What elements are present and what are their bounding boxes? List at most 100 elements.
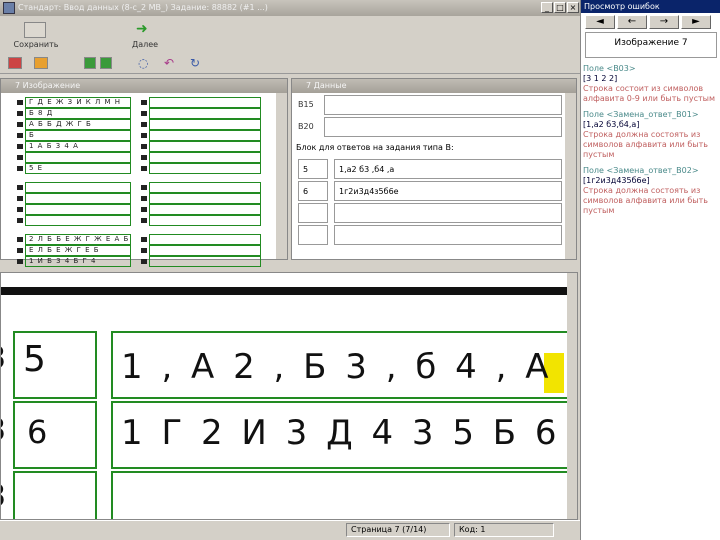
image-form-cell [149, 245, 261, 256]
error-item-3[interactable]: Поле <Замена_ответ_В02> [1г2и3д435б6е] С… [583, 166, 717, 216]
answer-input-empty[interactable] [334, 203, 562, 223]
data-panel: 7 Данные В15 В20 Блок для ответов на зад… [291, 78, 577, 260]
window-title-bar: Стандарт: Ввод данных (8-с_2 МВ_) Задани… [0, 0, 580, 16]
error-list: Поле <В03> [3 1 2 2] Строка состоит из с… [583, 64, 717, 294]
first-error-button[interactable]: ◄ [585, 15, 615, 29]
row-marker [141, 248, 147, 253]
data-scrollbar[interactable] [565, 93, 576, 259]
row-marker [17, 166, 23, 171]
image-form-cell [149, 152, 261, 163]
current-image-label: Изображение 7 [585, 32, 717, 58]
scan-left-digit-2: 3 [1, 413, 10, 448]
image-form: Г Д Е Ж З И К Л М НБ 8 ДА Б Б Д Ж Г ББ1 … [17, 97, 263, 267]
row-marker [17, 218, 23, 223]
image-form-cell [149, 163, 261, 174]
error-item-2[interactable]: Поле <Замена_ответ_В01> [1,а2 б3,б4,а] С… [583, 110, 717, 160]
image-form-cell [149, 215, 261, 226]
answer-input-5[interactable]: 1,а2 б3 ,б4 ,а [334, 159, 562, 179]
save-button[interactable]: Сохранить [6, 40, 66, 49]
scan-left-digit-1: 3 [1, 341, 10, 376]
minimize-button[interactable]: _ [541, 2, 553, 13]
scan-black-bar [1, 287, 571, 295]
scan-scrollbar[interactable] [567, 273, 577, 519]
save-icon[interactable] [24, 22, 46, 38]
image-form-cell [149, 119, 261, 130]
scan-number-5: 5 [23, 339, 50, 380]
image-form-row: Б 8 Д [25, 108, 131, 119]
next-error-button[interactable]: → [649, 15, 679, 29]
image-form-row [25, 182, 131, 193]
row-marker [17, 196, 23, 201]
image-form-cell [149, 256, 261, 267]
close-button[interactable]: × [567, 2, 579, 13]
row-marker [17, 111, 23, 116]
undo-icon[interactable]: ↶ [164, 56, 174, 70]
next-arrow-icon[interactable]: ➜ [136, 22, 154, 36]
image-scrollbar[interactable] [276, 93, 287, 259]
move-down-icon[interactable] [100, 57, 112, 69]
image-form-cell [149, 130, 261, 141]
folder-icon[interactable] [34, 57, 48, 69]
image-form-row: 5 Е [25, 163, 131, 174]
image-form-row: Б [25, 130, 131, 141]
scan-left-digit-3: 3 [1, 479, 10, 514]
image-form-cell [149, 182, 261, 193]
image-form-cell [149, 141, 261, 152]
field-input-b15[interactable] [324, 95, 562, 115]
row-marker [17, 133, 23, 138]
row-marker [141, 166, 147, 171]
row-marker [141, 122, 147, 127]
answer-input-empty-2[interactable] [334, 225, 562, 245]
status-code: Код: 1 [454, 523, 554, 537]
row-marker [141, 100, 147, 105]
error-item-1[interactable]: Поле <В03> [3 1 2 2] Строка состоит из с… [583, 64, 717, 104]
row-marker [17, 122, 23, 127]
row-marker [17, 144, 23, 149]
data-panel-title: 7 Данные [292, 79, 576, 93]
error-panel-title: Просмотр ошибок [581, 0, 720, 13]
image-form-row: А Б Б Д Ж Г Б [25, 119, 131, 130]
row-marker [17, 207, 23, 212]
answer-number-6: 6 [298, 181, 328, 201]
last-error-button[interactable]: ► [681, 15, 711, 29]
answer-input-6[interactable]: 1г2и3д4з5б6е [334, 181, 562, 201]
image-form-row [25, 193, 131, 204]
row-marker [141, 237, 147, 242]
next-button[interactable]: Далее [120, 40, 170, 49]
image-form-cell [149, 234, 261, 245]
image-form-row [25, 152, 131, 163]
scan-view[interactable]: 5 1 , А 2 , Б 3 , б 4 , А 6 1 Г 2 И 3 Д … [0, 272, 578, 520]
row-marker [141, 185, 147, 190]
error-panel: Просмотр ошибок ◄ ← → ► Изображение 7 По… [580, 0, 720, 540]
scan-number-box-6 [13, 401, 97, 469]
row-marker [17, 100, 23, 105]
rotate-icon[interactable]: ◌ [138, 56, 148, 70]
row-marker [141, 196, 147, 201]
field-input-b20[interactable] [324, 117, 562, 137]
status-page: Страница 7 (7/14) [346, 523, 450, 537]
maximize-button[interactable]: □ [554, 2, 566, 13]
row-marker [17, 237, 23, 242]
image-form-row: Е Л Б Е Ж Г Е Б [25, 245, 131, 256]
refresh-icon[interactable]: ↻ [190, 56, 200, 70]
row-marker [141, 259, 147, 264]
filter-icon[interactable] [8, 57, 22, 69]
scan-answer-box-empty [111, 471, 577, 519]
answer-number-empty [298, 203, 328, 223]
image-form-cell [149, 204, 261, 215]
app-icon [3, 2, 15, 14]
section-caption: Блок для ответов на задания типа В: [296, 143, 454, 152]
row-marker [141, 144, 147, 149]
image-form-cell [149, 193, 261, 204]
answer-number-empty-2 [298, 225, 328, 245]
move-up-icon[interactable] [84, 57, 96, 69]
row-marker [141, 133, 147, 138]
window-title: Стандарт: Ввод данных (8-с_2 МВ_) Задани… [18, 3, 268, 12]
field-label-b20: В20 [298, 122, 314, 131]
image-form-row: Г Д Е Ж З И К Л М Н [25, 97, 131, 108]
prev-error-button[interactable]: ← [617, 15, 647, 29]
row-marker [141, 111, 147, 116]
scan-answer-5: 1 , А 2 , Б 3 , б 4 , А [121, 347, 553, 387]
row-marker [141, 207, 147, 212]
field-label-b15: В15 [298, 100, 314, 109]
